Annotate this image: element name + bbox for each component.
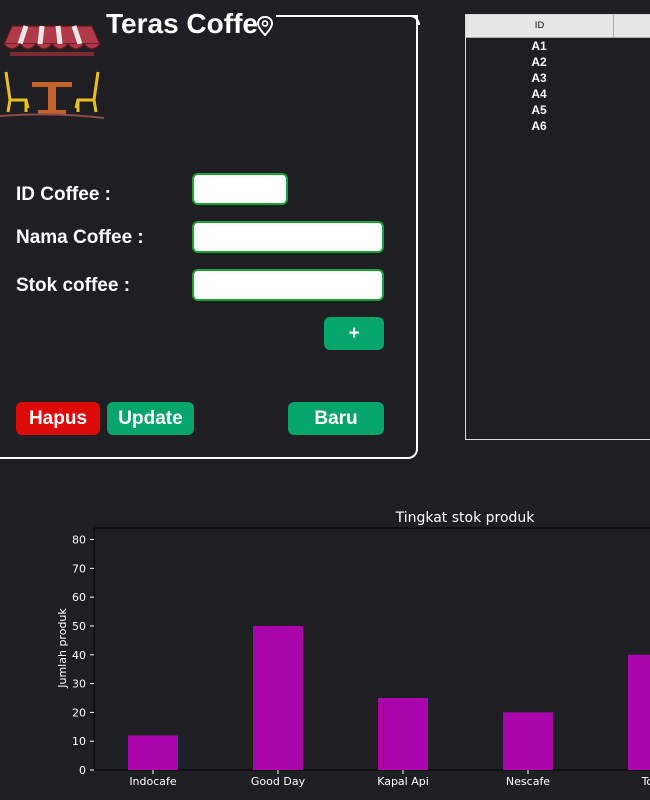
table-row[interactable]: A1 — [466, 38, 612, 54]
column-header-id[interactable]: ID — [466, 15, 614, 37]
form-panel-top-edge — [276, 15, 418, 17]
chart-axes — [93, 527, 650, 771]
id-coffee-label: ID Coffee : — [16, 184, 111, 205]
coffee-table[interactable]: ID A1 A2 A3 A4 A5 A6 — [465, 14, 650, 440]
y-tick-label: 70 — [72, 562, 86, 575]
y-tick-label: 50 — [72, 620, 86, 633]
y-tick-label: 10 — [72, 735, 86, 748]
y-tick-label: 80 — [72, 534, 86, 547]
x-tick-label: Tora — [641, 775, 650, 788]
add-button[interactable]: + — [324, 317, 384, 350]
x-tick-label: Kapal Api — [377, 775, 429, 788]
y-tick-label: 60 — [72, 591, 86, 604]
chart-bars — [128, 625, 650, 770]
table-row[interactable]: A2 — [466, 54, 612, 70]
stock-coffee-input[interactable] — [192, 269, 384, 301]
form-panel-corner — [410, 15, 420, 25]
chart-title: Tingkat stok produk — [395, 510, 536, 526]
table-row[interactable]: A4 — [466, 86, 612, 102]
bar — [378, 697, 428, 770]
bar — [128, 735, 178, 770]
name-coffee-input[interactable] — [192, 221, 384, 253]
table-row[interactable]: A3 — [466, 70, 612, 86]
y-tick-label: 0 — [79, 764, 86, 777]
x-tick-label: Good Day — [251, 775, 306, 788]
bar — [628, 654, 650, 770]
delete-button[interactable]: Hapus — [16, 402, 100, 435]
bar — [253, 625, 303, 770]
id-coffee-input[interactable] — [192, 173, 288, 205]
name-coffee-label: Nama Coffee : — [16, 227, 144, 248]
stock-bar-chart: Tingkat stok produk Jumlah produk 0 10 20 3… — [56, 510, 650, 788]
table-header: ID — [466, 15, 650, 38]
update-button[interactable]: Update — [107, 402, 194, 435]
table-row[interactable]: A5 — [466, 102, 612, 118]
y-tick-label: 40 — [72, 649, 86, 662]
new-button[interactable]: Baru — [288, 402, 384, 435]
table-row[interactable]: A6 — [466, 118, 612, 134]
chart-y-axis-label: Jumlah produk — [56, 608, 69, 689]
y-tick-label: 30 — [72, 678, 86, 691]
bar — [503, 712, 553, 770]
y-tick-label: 20 — [72, 706, 86, 719]
x-tick-label: Nescafe — [506, 775, 550, 788]
x-tick-label: Indocafe — [129, 775, 177, 788]
column-header-2[interactable] — [614, 15, 650, 37]
stock-coffee-label: Stok coffee : — [16, 275, 131, 296]
